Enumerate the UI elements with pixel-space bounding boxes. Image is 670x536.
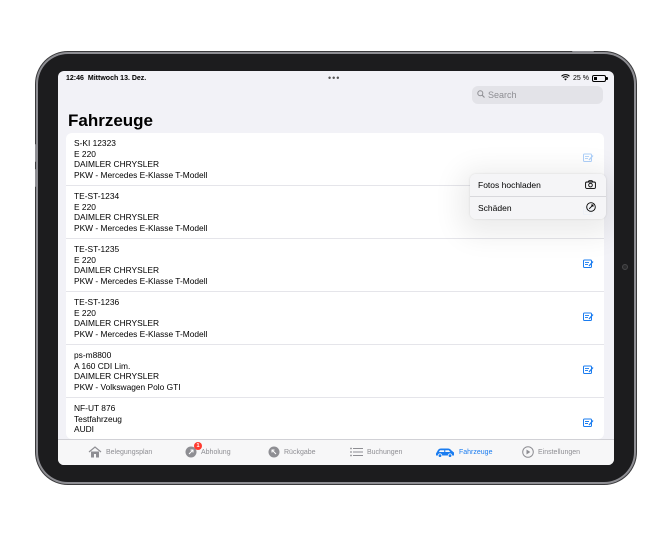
tab-bar: Belegungsplan 1 Abholung Rückgabe Buchun… xyxy=(58,439,614,465)
menu-item-label: Schäden xyxy=(478,202,512,213)
edit-icon[interactable] xyxy=(583,153,594,163)
car-icon xyxy=(435,447,455,458)
battery-percent: 25 % xyxy=(573,75,589,82)
edit-icon[interactable] xyxy=(583,365,594,375)
camera-icon xyxy=(585,179,596,191)
tab-buchungen[interactable]: Buchungen xyxy=(350,444,402,460)
list-icon xyxy=(350,447,363,457)
pickup-icon: 1 xyxy=(185,442,202,458)
settings-icon xyxy=(522,446,534,458)
vehicle-row[interactable]: TE-ST-1235 E 220 DAIMLER CHRYSLER PKW - … xyxy=(66,239,604,292)
tab-einstellungen[interactable]: Einstellungen xyxy=(522,444,580,460)
vehicle-row[interactable]: ps-m8800 A 160 CDI Lim. DAIMLER CHRYSLER… xyxy=(66,345,604,398)
tab-label: Fahrzeuge xyxy=(459,448,493,456)
vehicle-row[interactable]: TE-ST-1236 E 220 DAIMLER CHRYSLER PKW - … xyxy=(66,292,604,345)
menu-item-upload-photos[interactable]: Fotos hochladen xyxy=(470,174,606,196)
tablet-frame: 12:46 Mittwoch 13. Dez. ••• 25 % Fahrzeu… xyxy=(35,51,634,482)
edit-icon[interactable] xyxy=(583,259,594,269)
tab-label: Einstellungen xyxy=(538,448,581,456)
house-icon xyxy=(88,446,102,458)
vehicle-model: E 220 xyxy=(74,307,96,318)
vehicle-make: DAIMLER CHRYSLER xyxy=(74,371,160,382)
tab-label: Rückgabe xyxy=(284,448,316,456)
multitasking-dots-icon[interactable]: ••• xyxy=(328,73,340,83)
vehicle-type: PKW - Volkswagen Polo GTI xyxy=(74,381,181,392)
tab-abholung[interactable]: 1 Abholung xyxy=(185,442,231,460)
volume-down-button xyxy=(35,169,37,187)
menu-item-label: Fotos hochladen xyxy=(478,180,541,190)
notification-badge: 1 xyxy=(194,442,202,450)
vehicle-make: DAIMLER CHRYSLER xyxy=(74,159,160,170)
vehicle-type: PKW - Mercedes E-Klasse T-Modell xyxy=(74,222,208,233)
edit-icon[interactable] xyxy=(583,312,594,322)
vehicle-make: DAIMLER CHRYSLER xyxy=(74,318,160,329)
status-time: 12:46 xyxy=(66,74,84,82)
vehicle-type: PKW - Mercedes E-Klasse T-Modell xyxy=(74,275,208,286)
wifi-icon xyxy=(561,74,570,83)
vehicle-row[interactable]: NF-UT 876 Testfahrzeug AUDI xyxy=(66,398,604,439)
vehicle-plate: S-KI 12323 xyxy=(74,138,116,148)
vehicle-model: E 220 xyxy=(74,148,96,159)
camera-lens xyxy=(622,264,628,270)
vehicle-make: AUDI xyxy=(74,424,95,435)
battery-icon xyxy=(592,75,608,82)
vehicle-model: E 220 xyxy=(74,254,96,265)
screen: 12:46 Mittwoch 13. Dez. ••• 25 % Fahrzeu… xyxy=(58,71,614,465)
search-input[interactable] xyxy=(488,90,593,100)
vehicle-plate: NF-UT 876 xyxy=(74,403,116,413)
damage-icon xyxy=(586,201,596,214)
vehicle-model: A 160 CDI Lim. xyxy=(74,360,131,371)
vehicle-plate: TE-ST-1235 xyxy=(74,244,120,254)
menu-item-damages[interactable]: Schäden xyxy=(470,196,606,218)
vehicle-make: DAIMLER CHRYSLER xyxy=(74,265,160,276)
vehicle-plate: TE-ST-1236 xyxy=(74,297,120,307)
status-date: Mittwoch 13. Dez. xyxy=(87,74,147,82)
vehicle-type: PKW - Mercedes E-Klasse T-Modell xyxy=(74,328,208,339)
tab-label: Abholung xyxy=(201,448,231,456)
tab-label: Buchungen xyxy=(367,448,403,456)
vehicle-model: Testfahrzeug xyxy=(74,413,122,424)
search-field[interactable] xyxy=(472,86,603,104)
edit-icon[interactable] xyxy=(583,418,594,428)
status-right: 25 % xyxy=(561,74,608,83)
search-icon xyxy=(477,90,485,100)
tab-fahrzeuge[interactable]: Fahrzeuge xyxy=(435,444,492,460)
context-menu: Fotos hochladen Schäden xyxy=(470,174,606,219)
tab-belegungsplan[interactable]: Belegungsplan xyxy=(88,444,152,460)
power-button xyxy=(572,51,594,53)
vehicle-plate: ps-m8800 xyxy=(74,350,112,360)
status-bar: 12:46 Mittwoch 13. Dez. ••• 25 % xyxy=(58,71,614,85)
tab-label: Belegungsplan xyxy=(106,448,153,456)
page-title: Fahrzeuge xyxy=(68,111,154,130)
tab-rueckgabe[interactable]: Rückgabe xyxy=(268,444,316,460)
volume-up-button xyxy=(35,144,37,162)
return-icon xyxy=(268,446,280,458)
